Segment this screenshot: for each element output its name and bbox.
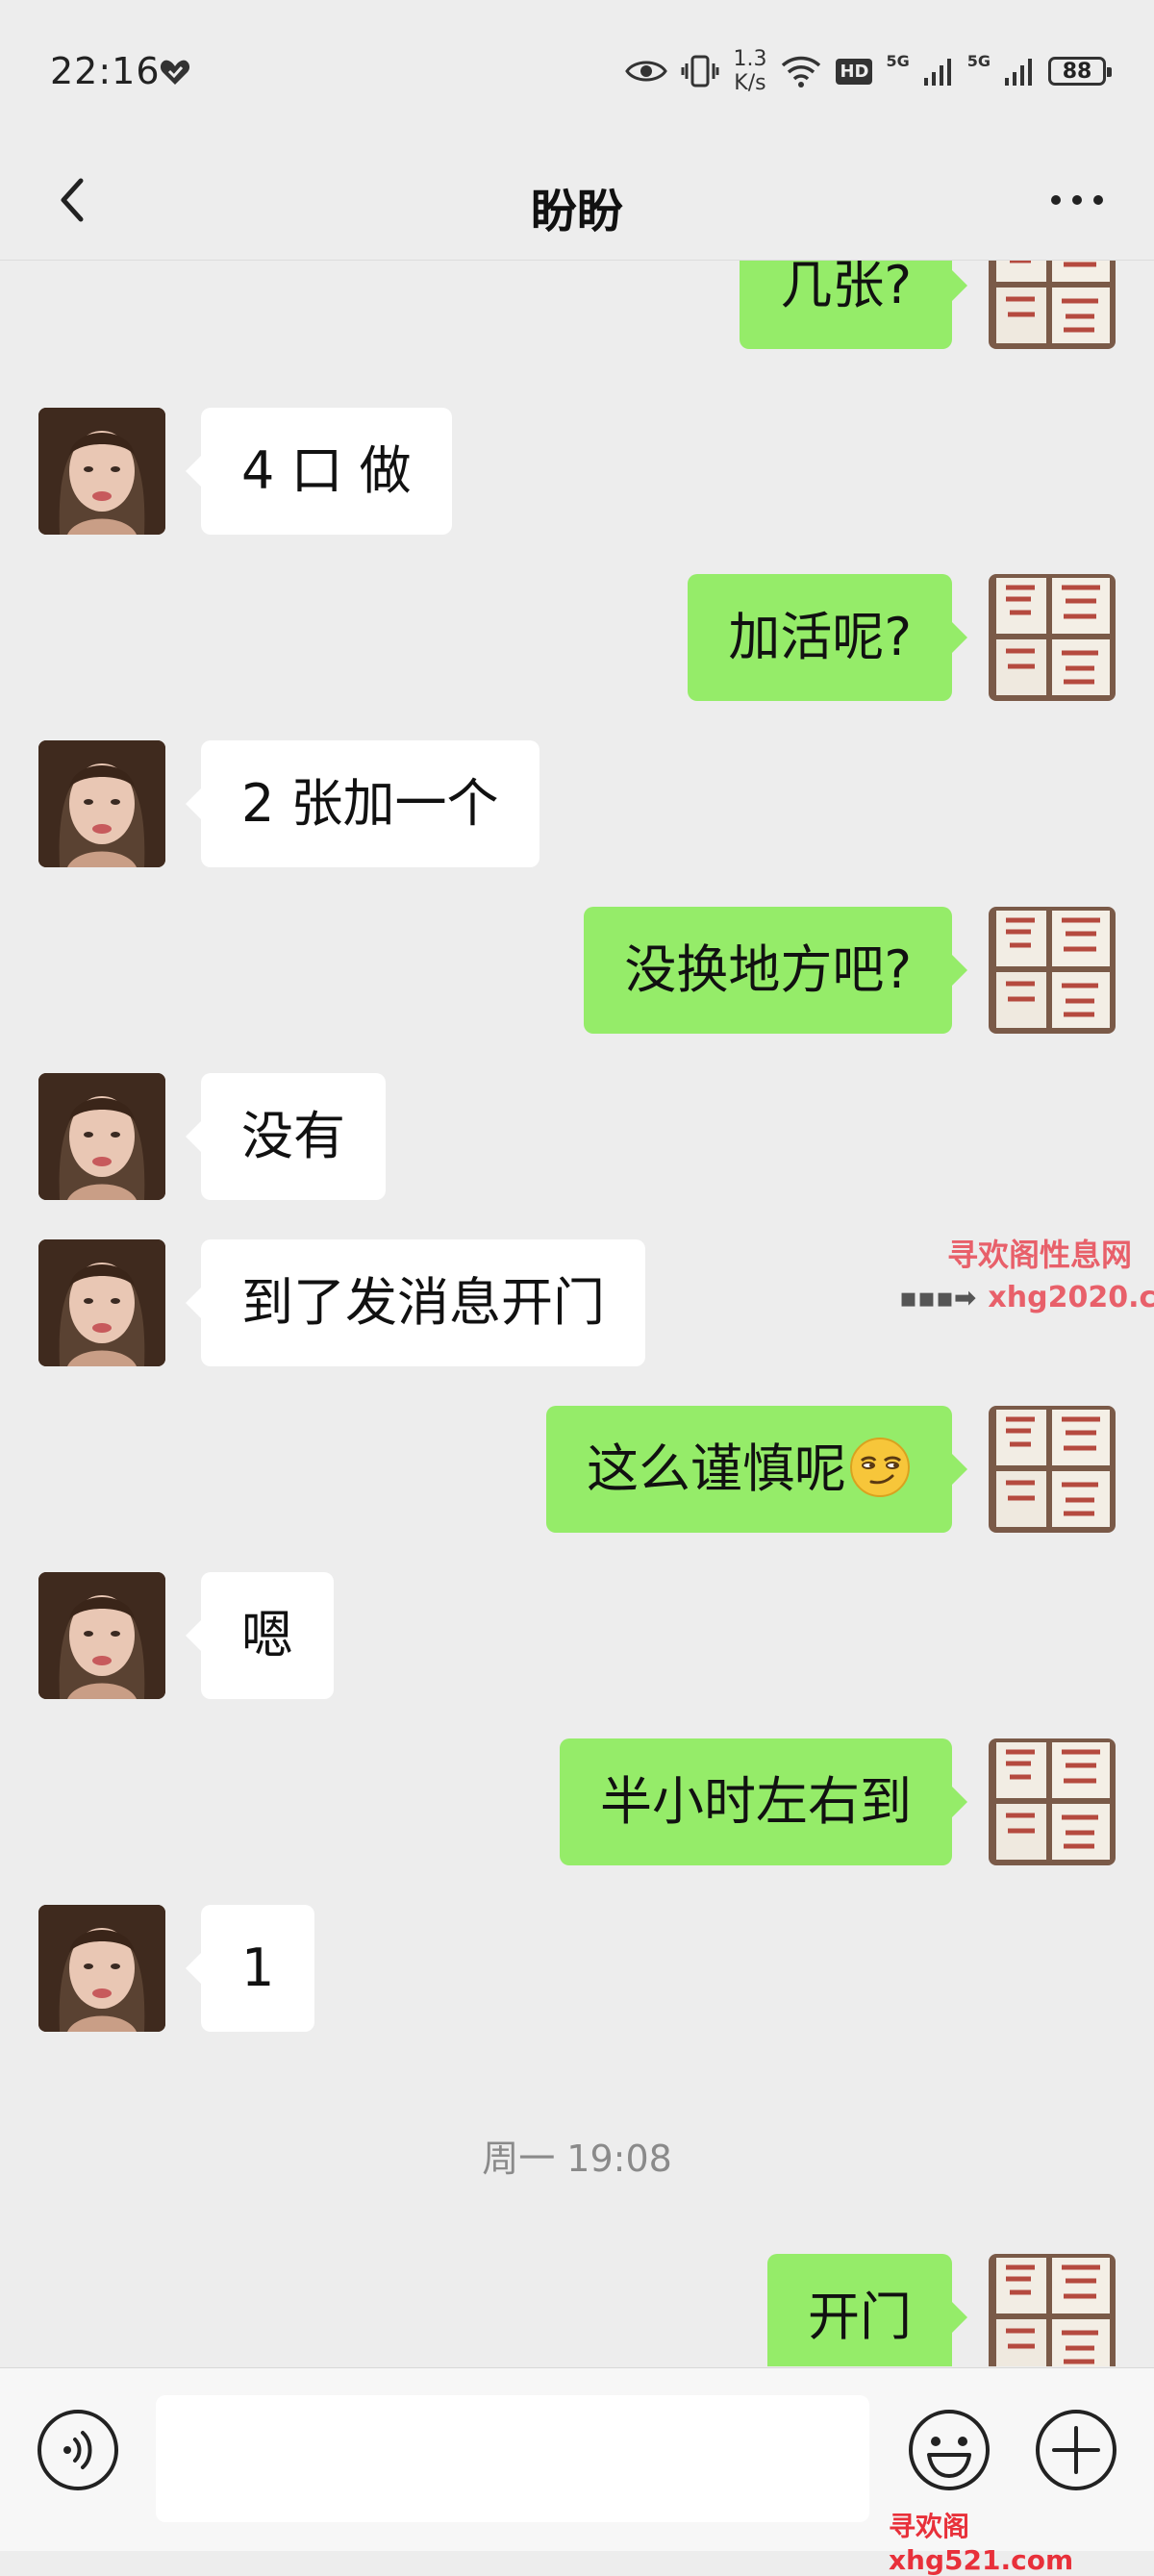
message-bubble[interactable]: 1 [185,1905,315,2032]
status-bar: 22:16 1.3 K/s HD 5G 5G 88 [0,0,1154,144]
message-bubble[interactable]: 这么谨慎呢 [546,1406,967,1533]
chevron-left-icon[interactable] [38,162,115,238]
my-avatar[interactable] [989,574,1116,701]
heart-shield-icon [160,60,190,85]
net-speed-value: 1.3 [733,47,767,71]
chat-timestamp: 周一 19:08 [482,2138,672,2180]
wifi-icon [782,56,821,88]
contact-avatar[interactable] [38,408,165,535]
voice-icon[interactable] [35,2407,121,2493]
smile-icon[interactable] [906,2407,992,2493]
signal-bars-2-icon [1005,59,1032,86]
message-in: 嗯 [0,1572,1154,1701]
message-bubble[interactable]: 到了发消息开门 [186,1239,645,1366]
message-out: 半小时左右到 [0,1738,1154,1867]
my-avatar[interactable] [989,2254,1116,2366]
message-bubble[interactable]: 半小时左右到 [560,1738,967,1865]
chat-title: 盼盼 [530,185,623,238]
sim1-label: 5G [886,52,910,70]
message-bubble[interactable]: 没有 [186,1073,386,1200]
sim2-label: 5G [966,52,991,70]
status-icons: 1.3 K/s HD 5G 5G 88 [625,42,1112,100]
watermark-url-text: xhg2020.com [988,1281,1154,1314]
message-bubble[interactable]: 没换地方吧? [584,907,967,1034]
message-bubble[interactable]: 开门 [767,2254,967,2366]
contact-avatar[interactable] [38,1905,165,2032]
message-bubble[interactable]: 几张? [740,261,967,349]
message-text: 这么谨慎呢 [587,1438,846,1499]
message-bubble[interactable]: 嗯 [186,1572,334,1699]
my-avatar[interactable] [989,261,1116,349]
plus-circle-icon[interactable] [1033,2407,1119,2493]
contact-avatar[interactable] [38,1239,165,1366]
watermark-footer: 寻欢阁xhg521.com [889,2511,1074,2576]
signal-bars-1-icon [923,59,951,86]
my-avatar[interactable] [989,1406,1116,1533]
message-out: 这么谨慎呢 [0,1406,1154,1535]
message-input[interactable] [156,2395,869,2522]
watermark-url: ▪▪▪➡ xhg2020.com [899,1281,1154,1314]
message-in: 1 [0,1905,1154,2034]
message-in: 4 口 做 [0,408,1154,537]
watermark-title: 寻欢阁性息网 [947,1237,1133,1273]
eye-icon [625,61,668,82]
contact-avatar[interactable] [38,1073,165,1200]
hd-badge: HD [836,58,873,85]
chat-header: 盼盼 [0,144,1154,261]
vibrate-icon [681,55,719,88]
message-out: 开门 [0,2254,1154,2366]
my-avatar[interactable] [989,907,1116,1034]
status-time: 22:16 [50,50,161,92]
message-bubble[interactable]: 2 张加一个 [186,740,539,867]
net-speed-unit: K/s [734,71,766,95]
message-out: 几张? [0,261,1154,351]
battery-indicator: 88 [1048,57,1112,86]
message-bubble[interactable]: 加活呢? [688,574,967,701]
message-bubble[interactable]: 4 口 做 [186,408,452,535]
message-in: 没有 [0,1073,1154,1202]
message-out: 加活呢? [0,574,1154,703]
message-in: 2 张加一个 [0,740,1154,869]
arrow-right-icon: ▪▪▪➡ [899,1282,977,1313]
more-dots-icon[interactable] [1039,171,1116,229]
my-avatar[interactable] [989,1738,1116,1865]
message-out: 没换地方吧? [0,907,1154,1036]
smirk-emoji-icon [850,1438,910,1498]
contact-avatar[interactable] [38,740,165,867]
contact-avatar[interactable] [38,1572,165,1699]
net-speed: 1.3 K/s [733,47,766,95]
